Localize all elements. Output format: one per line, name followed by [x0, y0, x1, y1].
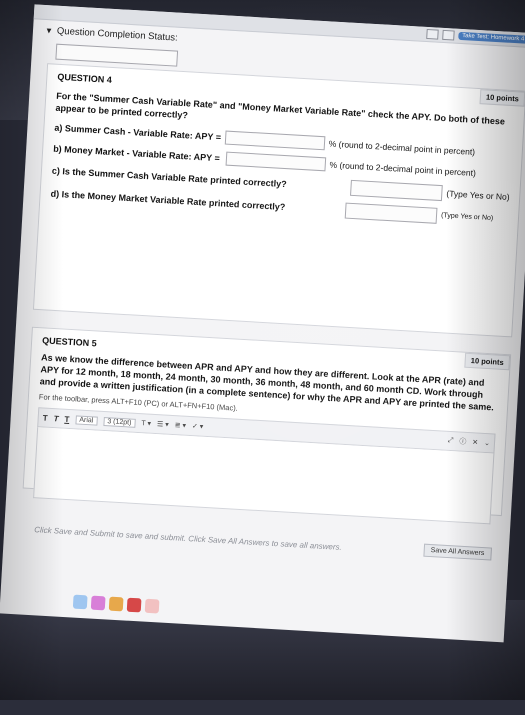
numbered-list-icon[interactable]: ≣ ▾	[174, 421, 186, 430]
submit-instructions: Click Save and Submit to save and submit…	[34, 525, 343, 552]
fullscreen-icon[interactable]: ⤢	[447, 437, 454, 445]
bold-button[interactable]: T	[42, 413, 47, 422]
font-size-select[interactable]: 3 (12pt)	[103, 416, 136, 428]
spellcheck-icon[interactable]: ✓ ▾	[192, 422, 204, 431]
close-icon[interactable]	[441, 29, 455, 41]
completion-status-bar	[55, 43, 179, 67]
text-color-icon[interactable]: T ▾	[141, 419, 151, 428]
part-c-answer-input[interactable]	[350, 179, 443, 202]
part-b-answer-input[interactable]	[225, 151, 327, 172]
app-dock-icon[interactable]	[72, 594, 88, 610]
app-dock-icon[interactable]	[108, 596, 124, 612]
italic-button[interactable]: T	[53, 414, 58, 423]
browser-page: Take Test: Homework 4 ▼ Question Complet…	[0, 4, 525, 643]
part-d-answer-input[interactable]	[344, 202, 438, 224]
underline-button[interactable]: T	[64, 414, 69, 423]
minimize-icon[interactable]	[425, 28, 439, 40]
part-a-hint: % (round to 2-decimal point in percent)	[328, 138, 476, 157]
question-4-body: For the "Summer Cash Variable Rate" and …	[40, 89, 524, 228]
expand-toolbar-icon[interactable]: ⌄	[484, 439, 490, 447]
photographed-screen: Take Test: Homework 4 ▼ Question Complet…	[0, 0, 525, 715]
collapse-icon[interactable]: ✕	[472, 438, 478, 446]
browser-top-bar: Take Test: Homework 4	[33, 4, 525, 49]
app-dock-icon[interactable]	[126, 597, 142, 613]
list-icon[interactable]: ☰ ▾	[157, 420, 169, 429]
question-5-card: 10 points QUESTION 5 As we know the diff…	[22, 326, 512, 525]
part-a-answer-input[interactable]	[224, 130, 326, 151]
save-all-answers-button[interactable]: Save All Answers	[423, 543, 492, 561]
info-icon[interactable]: ⓘ	[459, 437, 467, 447]
part-b-label: b) Money Market - Variable Rate: APY =	[52, 143, 221, 164]
window-tab-pill[interactable]: Take Test: Homework 4	[457, 31, 525, 44]
app-dock-icon[interactable]	[90, 595, 106, 611]
part-a-label: a) Summer Cash - Variable Rate: APY =	[54, 122, 222, 143]
window-controls: Take Test: Homework 4	[425, 28, 525, 45]
part-d-hint: (Type Yes or No)	[440, 212, 494, 223]
completion-status-label: Question Completion Status:	[56, 25, 178, 44]
question-5-points: 10 points	[464, 352, 511, 371]
app-dock-icon[interactable]	[144, 598, 160, 614]
font-family-select[interactable]: Arial	[75, 414, 98, 426]
part-b-hint: % (round to 2-decimal point in percent)	[329, 159, 477, 179]
completion-status: ▼ Question Completion Status:	[45, 25, 178, 44]
question-4-points: 10 points	[479, 89, 525, 107]
question-4-card: 10 points QUESTION 4 For the "Summer Cas…	[32, 63, 525, 338]
part-c-hint: (Type Yes or No)	[446, 188, 510, 202]
collapse-arrow-icon[interactable]: ▼	[45, 26, 53, 35]
part-c-label: c) Is the Summer Cash Variable Rate prin…	[51, 165, 287, 190]
part-d-label: d) Is the Money Market Variable Rate pri…	[50, 188, 286, 213]
